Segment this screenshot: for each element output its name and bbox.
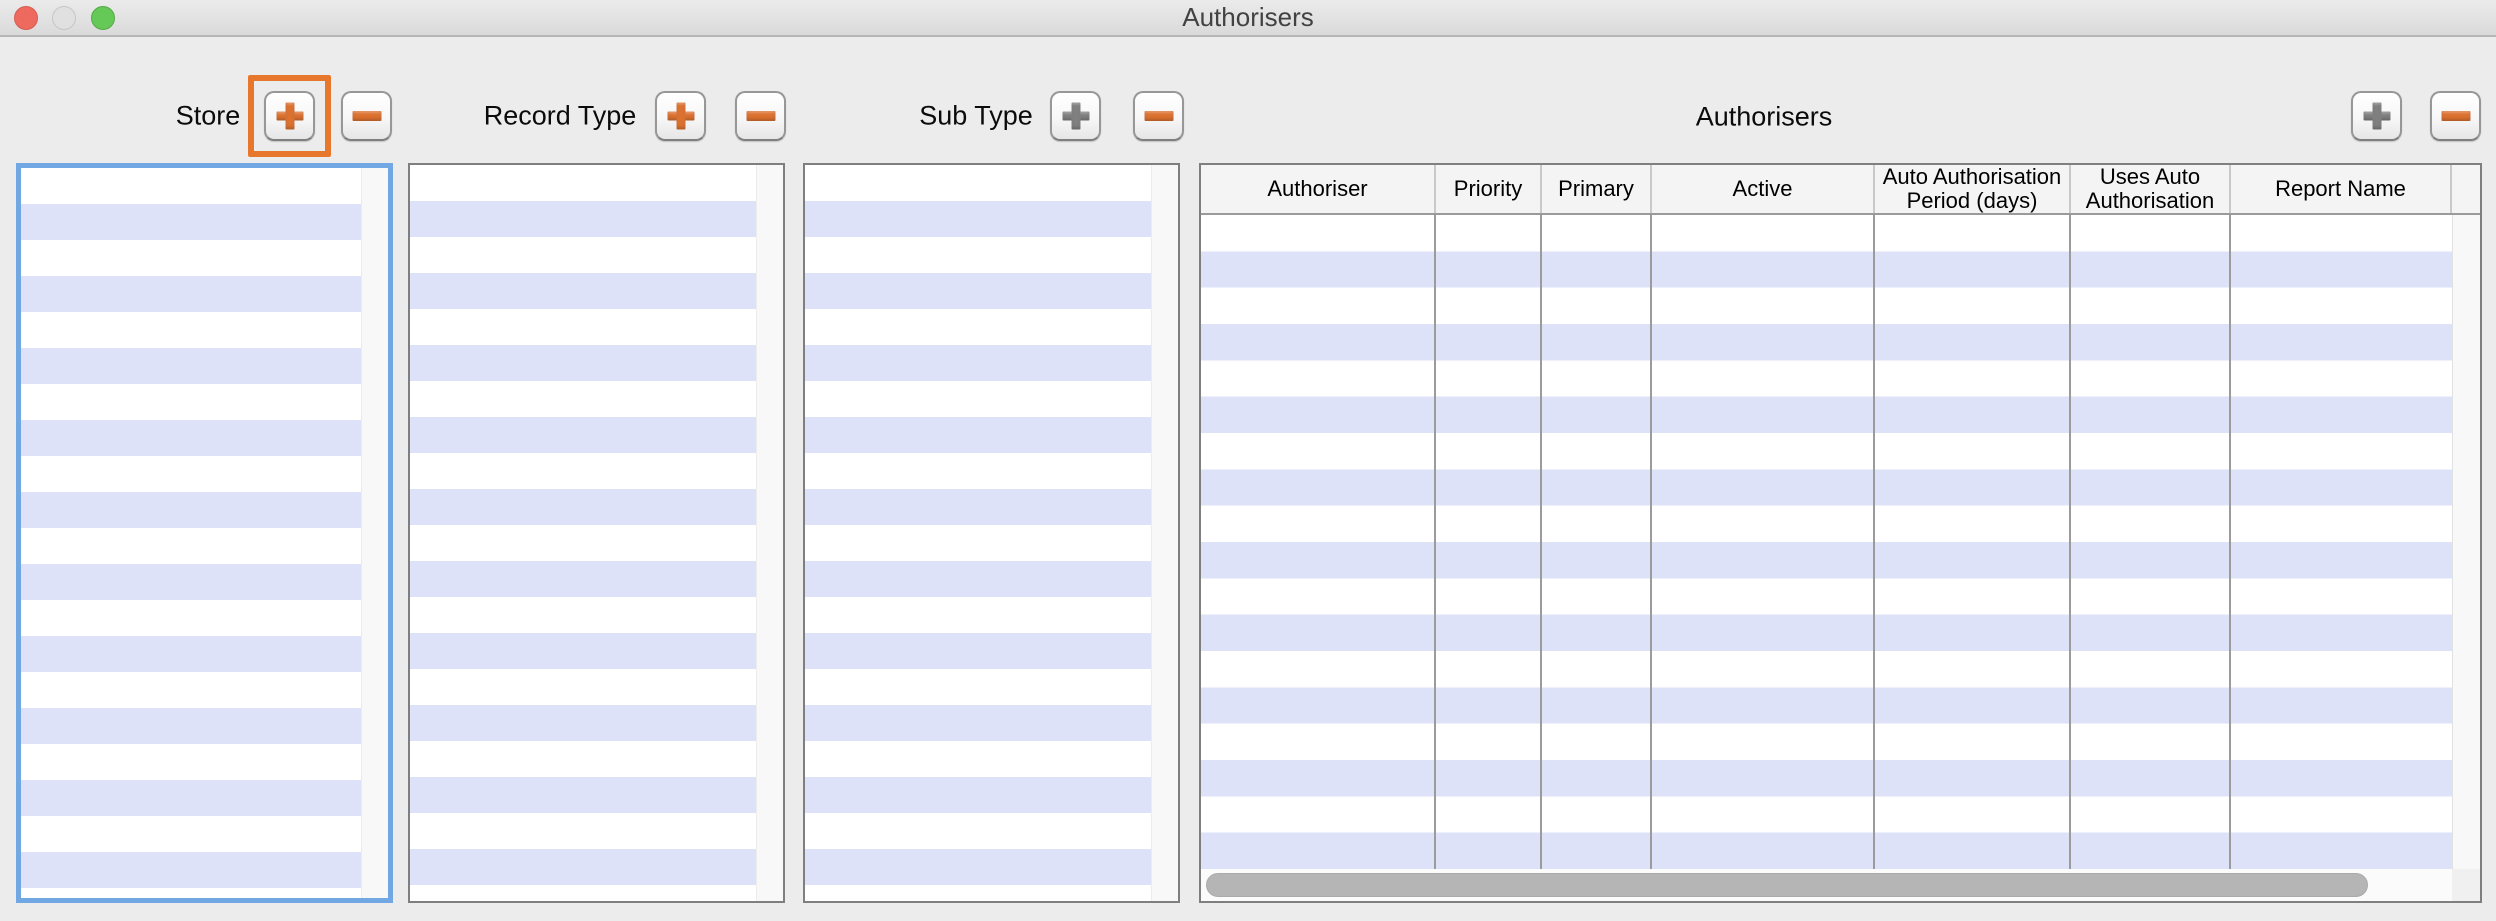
table-rows-area — [1201, 215, 2452, 869]
horizontal-scrollbar-thumb[interactable] — [1206, 873, 2368, 897]
table-header: AuthoriserPriorityPrimaryActiveAuto Auth… — [1201, 165, 2480, 215]
plus-icon — [667, 103, 694, 130]
record-type-list[interactable] — [408, 163, 785, 903]
sub-type-list-rows — [805, 165, 1152, 901]
sub-type-label: Sub Type — [919, 101, 1033, 132]
record-type-remove-button[interactable] — [735, 91, 786, 141]
scrollbar-corner — [2452, 869, 2480, 901]
sub-type-list[interactable] — [803, 163, 1180, 903]
authorisers-label: Authorisers — [1696, 102, 1833, 133]
record-type-label: Record Type — [484, 101, 637, 132]
table-body[interactable] — [1201, 215, 2480, 869]
column-separator — [2069, 215, 2071, 869]
store-list[interactable] — [16, 163, 393, 903]
table-horizontal-scrollbar-track[interactable] — [1201, 869, 2480, 901]
minus-icon — [1144, 111, 1173, 121]
column-header-auto-authorisation[interactable]: Auto Authorisation Period (days) — [1875, 165, 2071, 213]
column-header-priority[interactable]: Priority — [1436, 165, 1542, 213]
column-header-primary[interactable]: Primary — [1542, 165, 1652, 213]
column-separator — [1540, 215, 1542, 869]
column-separator — [1650, 215, 1652, 869]
plus-icon — [2363, 103, 2390, 130]
record-type-add-button[interactable] — [655, 91, 706, 141]
store-label: Store — [176, 101, 241, 132]
table-vertical-scrollbar-track[interactable] — [2452, 215, 2480, 869]
window-title: Authorisers — [0, 0, 2496, 35]
plus-icon — [276, 103, 303, 130]
minus-icon — [352, 111, 381, 121]
column-header-report-name[interactable]: Report Name — [2231, 165, 2452, 213]
sub-type-list-scrollbar-track[interactable] — [1151, 165, 1178, 901]
store-add-button[interactable] — [264, 91, 315, 141]
minus-icon — [2441, 111, 2470, 121]
store-list-scrollbar-track[interactable] — [361, 168, 388, 898]
record-type-list-scrollbar-track[interactable] — [756, 165, 783, 901]
sub-type-remove-button[interactable] — [1133, 91, 1184, 141]
column-separator — [2229, 215, 2231, 869]
sub-type-add-button[interactable] — [1050, 91, 1101, 141]
record-type-list-rows — [410, 165, 757, 901]
authorisers-add-button[interactable] — [2351, 91, 2402, 141]
window: Authorisers Store Record Type Sub Type A… — [0, 0, 2496, 921]
column-header-uses-auto[interactable]: Uses Auto Authorisation — [2071, 165, 2231, 213]
column-header-authoriser[interactable]: Authoriser — [1201, 165, 1436, 213]
authorisers-remove-button[interactable] — [2430, 91, 2481, 141]
store-remove-button[interactable] — [341, 91, 392, 141]
column-separator — [1873, 215, 1875, 869]
store-list-rows — [21, 168, 362, 898]
header-scrollbar-spacer — [2452, 165, 2480, 213]
column-separator — [1434, 215, 1436, 869]
plus-icon — [1062, 103, 1089, 130]
column-header-active[interactable]: Active — [1652, 165, 1875, 213]
titlebar: Authorisers — [0, 0, 2496, 37]
authorisers-table[interactable]: AuthoriserPriorityPrimaryActiveAuto Auth… — [1199, 163, 2482, 903]
minus-icon — [746, 111, 775, 121]
